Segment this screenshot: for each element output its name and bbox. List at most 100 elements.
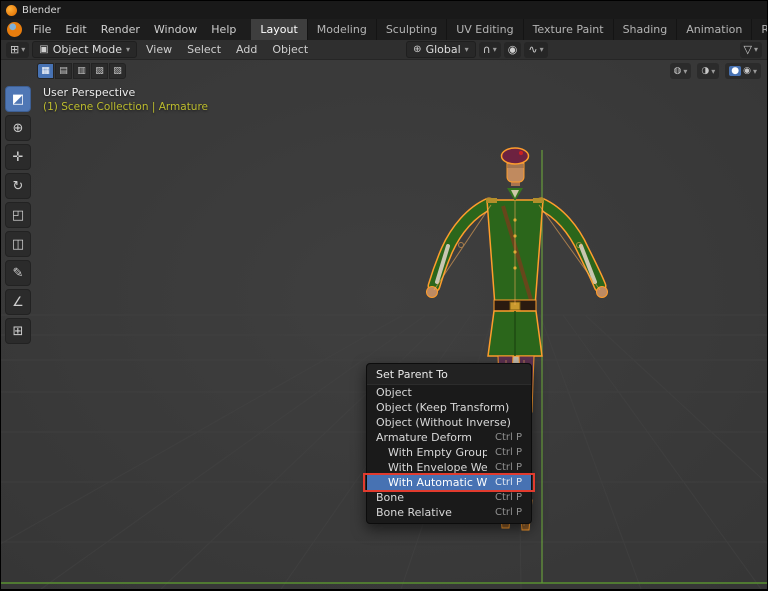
viewport-shading-dropdown[interactable]: ● ◉ ▾ xyxy=(725,63,761,79)
workspace-tab-animation[interactable]: Animation xyxy=(677,19,752,40)
select-box-icon: ◩ xyxy=(12,92,24,107)
move-icon: ✛ xyxy=(13,150,24,165)
mode-label: Object Mode xyxy=(53,43,122,56)
shading-solid-icon: ● xyxy=(729,66,741,76)
blender-logo-icon[interactable] xyxy=(7,22,22,37)
selectability-filter-dropdown[interactable]: ▽ ▾ xyxy=(740,42,762,58)
show-gizmos-dropdown[interactable]: ◍ ▾ xyxy=(670,63,692,79)
add-cube-icon: ⊞ xyxy=(13,324,24,339)
header-toggle-row: ▦ ▤ ▥ ▨ ▧ xyxy=(37,63,126,79)
blender-window: Blender File Edit Render Window Help Lay… xyxy=(1,1,767,589)
falloff-curve-icon: ∿ xyxy=(528,44,537,55)
viewport-header: ⊞ ▾ ▣ Object Mode ▾ View Select Add Obje… xyxy=(1,40,767,60)
workspace-tab-rendering[interactable]: Rendering xyxy=(752,19,767,40)
menu-window[interactable]: Window xyxy=(147,19,204,40)
annotate-tool[interactable]: ✎ xyxy=(5,260,31,286)
view-perspective-label: User Perspective xyxy=(43,86,135,99)
chevron-down-icon: ▾ xyxy=(21,45,25,54)
beret xyxy=(502,148,529,164)
chevron-down-icon: ▾ xyxy=(754,45,758,54)
menu-add[interactable]: Add xyxy=(230,43,263,56)
menu-help[interactable]: Help xyxy=(204,19,243,40)
toggle-button-4[interactable]: ▨ xyxy=(91,63,108,79)
gizmo-icon: ◍ xyxy=(674,66,682,76)
menu-item-bone[interactable]: Bone Ctrl P xyxy=(367,490,531,505)
editor-type-icon: ⊞ xyxy=(10,44,19,55)
menu-edit[interactable]: Edit xyxy=(58,19,93,40)
workspace-tab-layout[interactable]: Layout xyxy=(251,19,307,40)
rotate-tool[interactable]: ↻ xyxy=(5,173,31,199)
menu-select[interactable]: Select xyxy=(181,43,227,56)
show-overlays-dropdown[interactable]: ◑ ▾ xyxy=(697,63,719,79)
object-mode-icon: ▣ xyxy=(39,44,48,55)
menu-bar: File Edit Render Window Help Layout Mode… xyxy=(1,19,767,40)
active-collection-label: (1) Scene Collection | Armature xyxy=(43,101,208,113)
menu-view[interactable]: View xyxy=(140,43,178,56)
menu-item-bone-relative[interactable]: Bone Relative Ctrl P xyxy=(367,505,531,520)
workspace-tab-sculpting[interactable]: Sculpting xyxy=(377,19,447,40)
title-bar: Blender xyxy=(1,1,767,19)
snap-toggle[interactable]: ∩ ▾ xyxy=(479,42,501,58)
chevron-down-icon: ▾ xyxy=(753,67,757,76)
menu-item-with-automatic-weights[interactable]: With Automatic Weights Ctrl P xyxy=(367,475,531,490)
workspace-tabs: Layout Modeling Sculpting UV Editing Tex… xyxy=(251,19,767,40)
menu-object[interactable]: Object xyxy=(266,43,314,56)
shading-material-icon: ◉ xyxy=(743,66,751,76)
chevron-down-icon: ▾ xyxy=(126,45,130,54)
viewport-view-controls: ◍ ▾ ◑ ▾ ● ◉ ▾ xyxy=(670,63,761,79)
select-box-tool[interactable]: ◩ xyxy=(5,86,31,112)
3d-viewport[interactable]: ▦ ▤ ▥ ▨ ▧ ◍ ▾ ◑ ▾ ● ◉ ▾ User Perspective… xyxy=(1,60,767,589)
move-tool[interactable]: ✛ xyxy=(5,144,31,170)
menu-file[interactable]: File xyxy=(26,19,58,40)
toggle-button-1[interactable]: ▦ xyxy=(37,63,54,79)
context-menu-title: Set Parent To xyxy=(367,364,531,385)
overlays-icon: ◑ xyxy=(701,66,709,76)
proportional-circle-icon: ◉ xyxy=(508,44,518,55)
chevron-down-icon: ▾ xyxy=(711,67,715,76)
scale-icon: ◰ xyxy=(12,208,24,223)
proportional-editing-toggle[interactable]: ◉ xyxy=(504,42,522,58)
transform-orientation-dropdown[interactable]: ⊕ Global ▾ xyxy=(406,41,476,58)
workspace-tab-uv-editing[interactable]: UV Editing xyxy=(447,19,523,40)
toggle-button-2[interactable]: ▤ xyxy=(55,63,72,79)
workspace-tab-shading[interactable]: Shading xyxy=(614,19,678,40)
rotate-icon: ↻ xyxy=(13,179,24,194)
grid-pattern-icon: ▤ xyxy=(59,66,68,76)
menu-item-armature-deform[interactable]: Armature Deform Ctrl P xyxy=(367,430,531,445)
grid-pattern-icon: ▨ xyxy=(95,66,104,76)
measure-icon: ∠ xyxy=(12,295,24,310)
menu-item-object-without-inverse[interactable]: Object (Without Inverse) xyxy=(367,415,531,430)
pencil-icon: ✎ xyxy=(13,266,24,281)
mode-dropdown[interactable]: ▣ Object Mode ▾ xyxy=(32,41,137,58)
menu-item-object[interactable]: Object xyxy=(367,385,531,400)
filter-funnel-icon: ▽ xyxy=(744,44,752,55)
window-title: Blender xyxy=(22,5,61,16)
cursor-icon: ⊕ xyxy=(13,121,24,136)
cursor-tool[interactable]: ⊕ xyxy=(5,115,31,141)
editor-type-selector[interactable]: ⊞ ▾ xyxy=(6,42,29,58)
grid-pattern-icon: ▦ xyxy=(41,66,50,76)
measure-tool[interactable]: ∠ xyxy=(5,289,31,315)
transform-tool[interactable]: ◫ xyxy=(5,231,31,257)
toggle-button-5[interactable]: ▧ xyxy=(109,63,126,79)
grid-pattern-icon: ▥ xyxy=(77,66,86,76)
chevron-down-icon: ▾ xyxy=(540,45,544,54)
transform-icon: ◫ xyxy=(12,237,24,252)
chevron-down-icon: ▾ xyxy=(465,45,469,54)
scale-tool[interactable]: ◰ xyxy=(5,202,31,228)
workspace-tab-texture-paint[interactable]: Texture Paint xyxy=(524,19,614,40)
menu-item-with-envelope-weights[interactable]: With Envelope Weights Ctrl P xyxy=(367,460,531,475)
menu-item-with-empty-groups[interactable]: With Empty Groups Ctrl P xyxy=(367,445,531,460)
toggle-button-3[interactable]: ▥ xyxy=(73,63,90,79)
toolbar: ◩ ⊕ ✛ ↻ ◰ ◫ ✎ ∠ ⊞ xyxy=(5,86,31,344)
workspace-tab-modeling[interactable]: Modeling xyxy=(308,19,377,40)
menu-render[interactable]: Render xyxy=(94,19,147,40)
add-cube-tool[interactable]: ⊞ xyxy=(5,318,31,344)
blender-app-icon xyxy=(6,5,17,16)
menu-item-object-keep-transform[interactable]: Object (Keep Transform) xyxy=(367,400,531,415)
grid-pattern-icon: ▧ xyxy=(113,66,122,76)
chevron-down-icon: ▾ xyxy=(493,45,497,54)
magnet-icon: ∩ xyxy=(483,44,491,55)
proportional-falloff-dropdown[interactable]: ∿ ▾ xyxy=(524,42,547,58)
set-parent-context-menu: Set Parent To Object Object (Keep Transf… xyxy=(366,363,532,524)
